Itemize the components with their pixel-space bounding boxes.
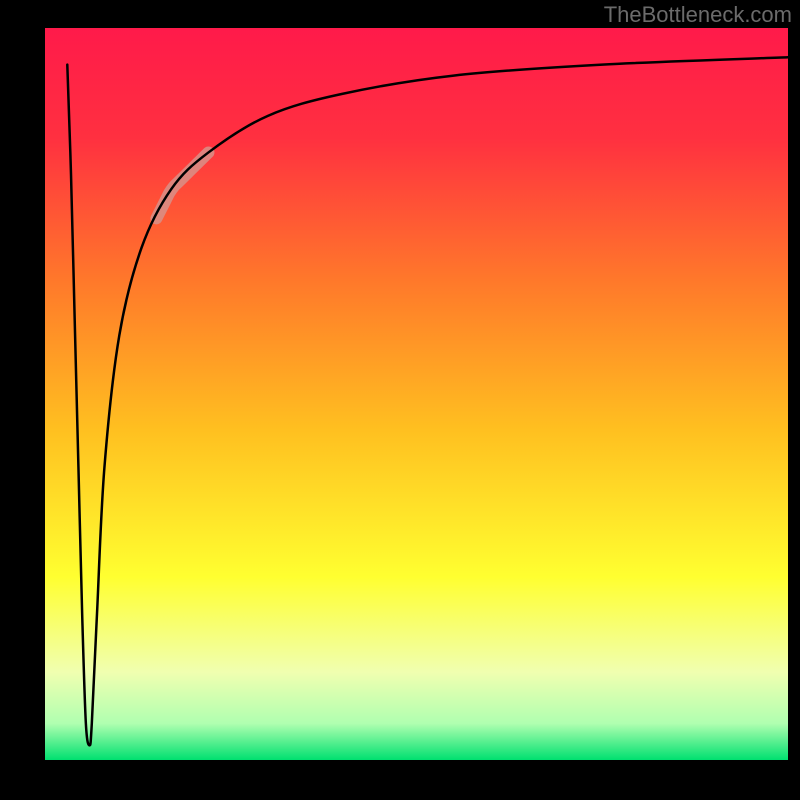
chart-container: TheBottleneck.com [0,0,800,800]
bottleneck-chart [0,0,800,800]
watermark-text: TheBottleneck.com [604,2,792,28]
